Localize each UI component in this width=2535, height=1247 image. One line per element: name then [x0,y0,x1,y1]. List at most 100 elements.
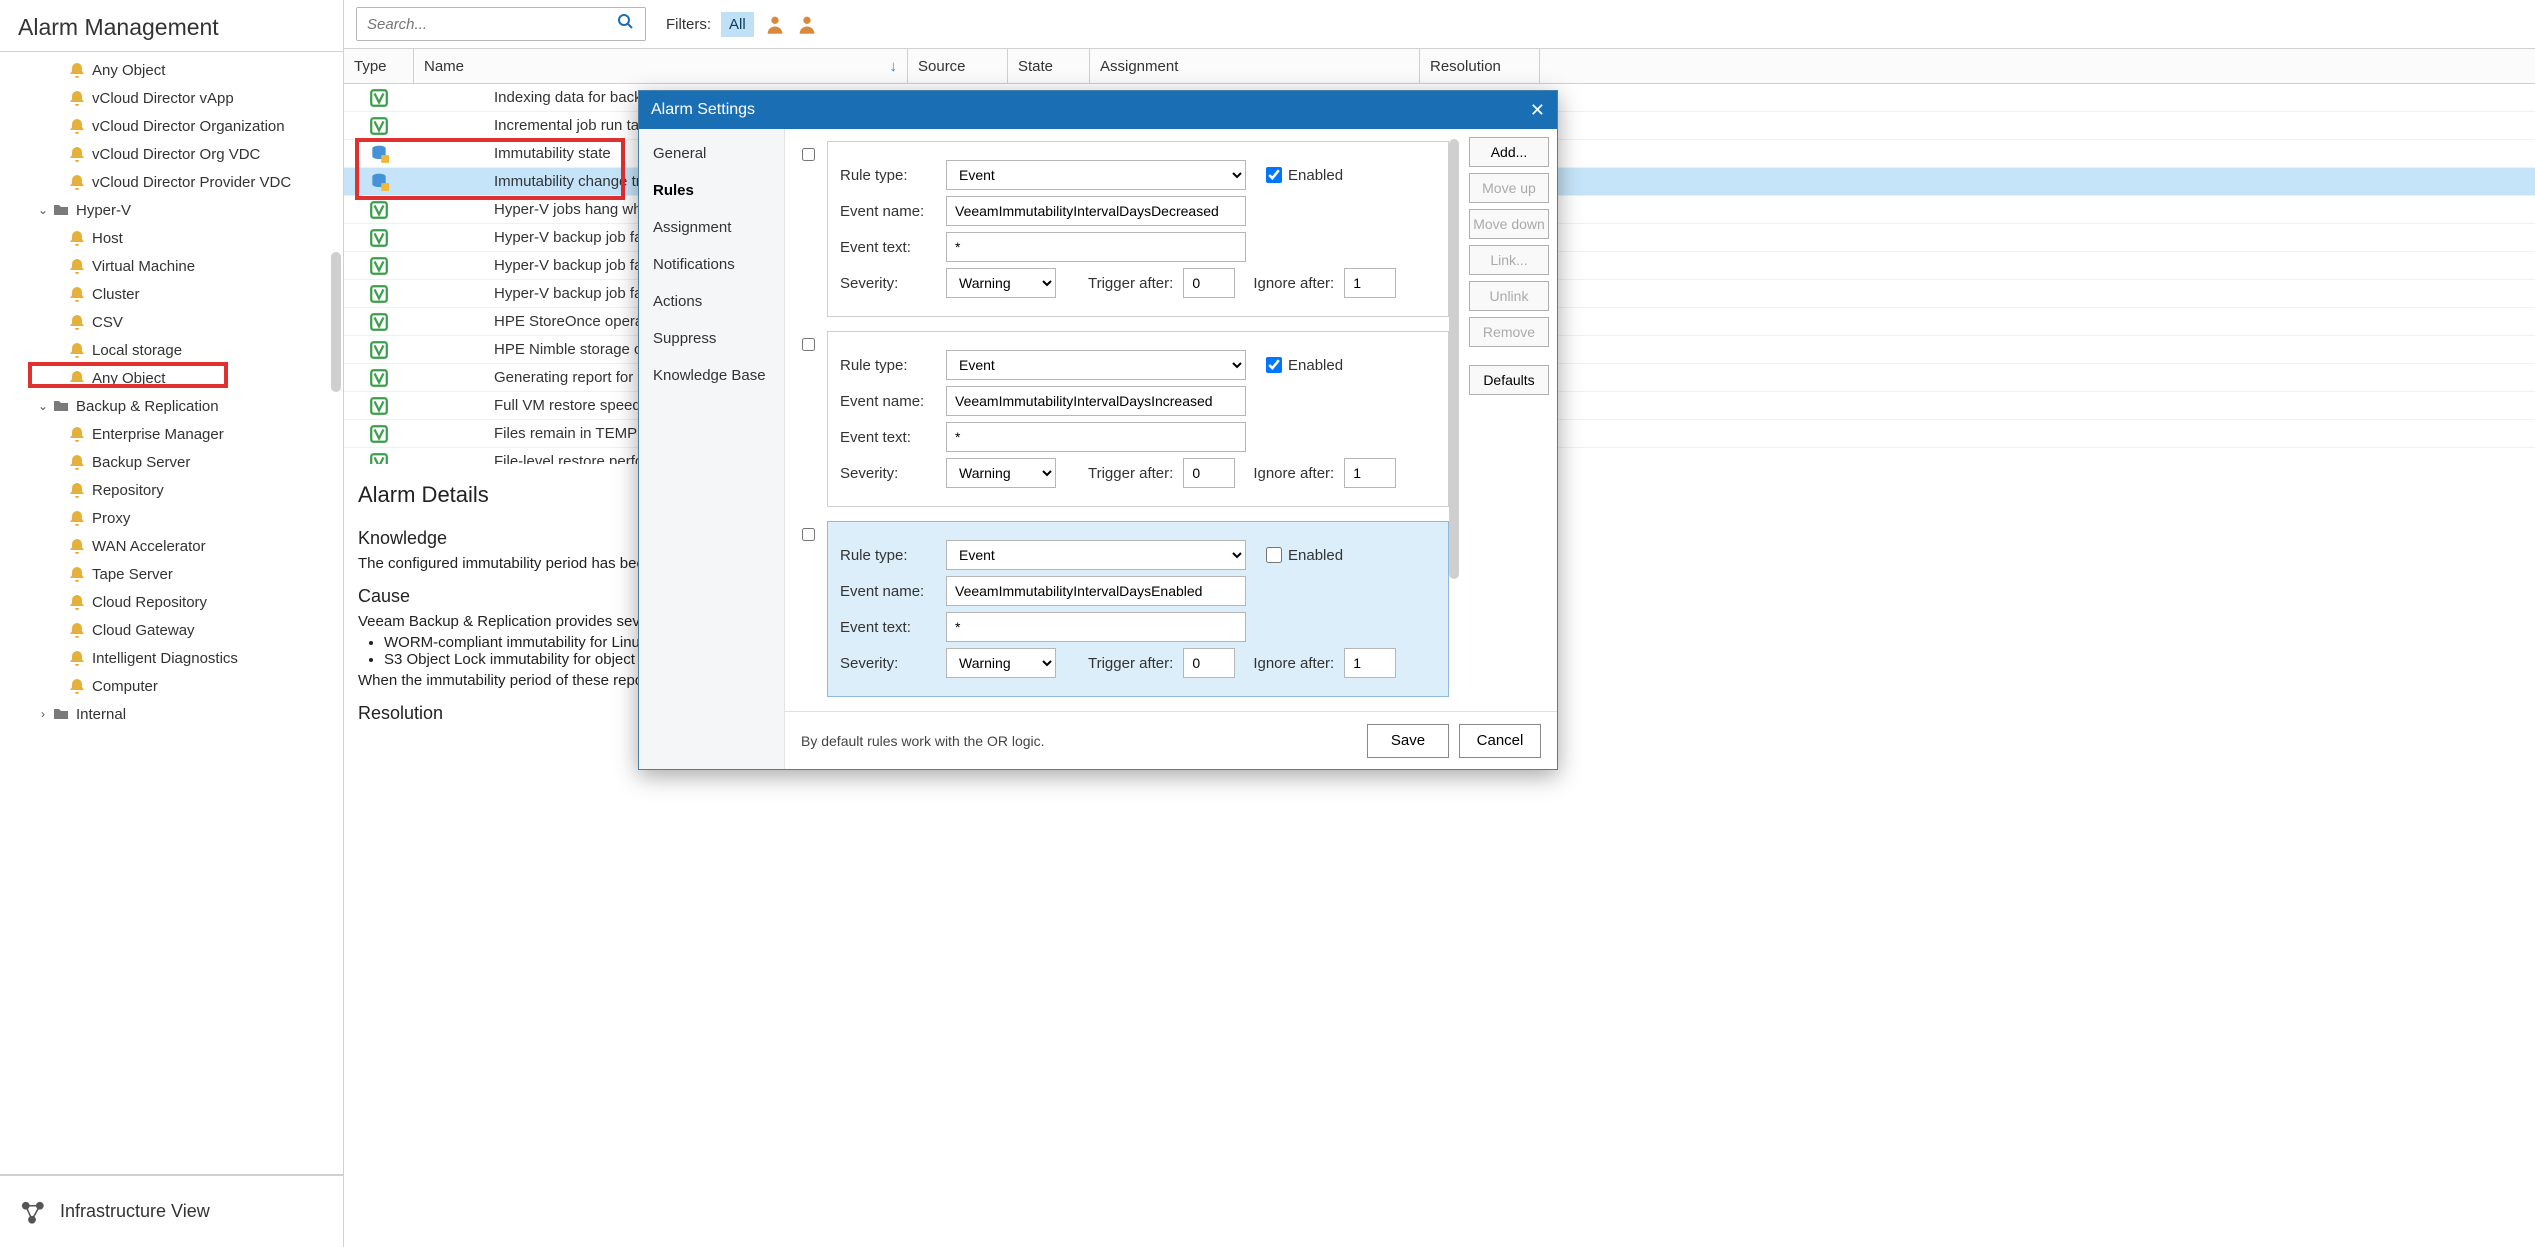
rule-select-checkbox[interactable] [802,528,815,541]
scrollbar-thumb[interactable] [331,252,341,392]
trigger-after-input[interactable] [1183,648,1235,678]
event-name-input[interactable] [946,386,1246,416]
enabled-checkbox[interactable] [1266,357,1282,373]
tree-item[interactable]: CSV [0,308,343,336]
alarm-settings-dialog: Alarm Settings ✕ GeneralRulesAssignmentN… [638,90,1558,770]
dialog-nav-suppress[interactable]: Suppress [639,320,784,357]
tree-scroll[interactable]: Any ObjectvCloud Director vAppvCloud Dir… [0,51,343,1175]
rule-select-checkbox[interactable] [802,148,815,161]
filter-user-icon[interactable] [764,13,786,35]
tree-item[interactable]: Virtual Machine [0,252,343,280]
ignore-after-input[interactable] [1344,648,1396,678]
tree-item[interactable]: Cloud Gateway [0,616,343,644]
tree-item[interactable]: Intelligent Diagnostics [0,644,343,672]
tree-item[interactable]: Computer [0,672,343,700]
tree-item[interactable]: Cluster [0,280,343,308]
tree-item[interactable]: Local storage [0,336,343,364]
expander-icon[interactable]: ⌄ [36,399,50,413]
event-text-input[interactable] [946,612,1246,642]
rule-card[interactable]: Rule type:EventEnabledEvent name:Event t… [827,141,1449,317]
save-button[interactable]: Save [1367,724,1449,758]
move-up-button[interactable]: Move up [1469,173,1549,203]
col-name[interactable]: Name ↓ [414,49,908,83]
rule-type-select[interactable]: Event [946,540,1246,570]
trigger-after-label: Trigger after: [1088,655,1173,672]
rule-card[interactable]: Rule type:EventEnabledEvent name:Event t… [827,521,1449,697]
col-assignment[interactable]: Assignment [1090,49,1420,83]
tree-item-label: Backup & Replication [76,398,219,415]
bell-icon [68,677,86,695]
enabled-checkbox[interactable] [1266,547,1282,563]
tree-item-label: Internal [76,706,126,723]
tree-item[interactable]: Tape Server [0,560,343,588]
trigger-after-input[interactable] [1183,268,1235,298]
filter-user2-icon[interactable] [796,13,818,35]
severity-select[interactable]: Warning [946,648,1056,678]
severity-select[interactable]: Warning [946,458,1056,488]
move-down-button[interactable]: Move down [1469,209,1549,239]
defaults-button[interactable]: Defaults [1469,365,1549,395]
dialog-titlebar[interactable]: Alarm Settings ✕ [639,91,1557,129]
tree-item[interactable]: Proxy [0,504,343,532]
dialog-nav-notifications[interactable]: Notifications [639,246,784,283]
bell-icon [68,481,86,499]
search-input[interactable] [367,16,617,33]
tree-item[interactable]: Any Object [0,364,343,392]
event-text-input[interactable] [946,232,1246,262]
rules-scrollbar-thumb[interactable] [1449,139,1459,579]
event-name-input[interactable] [946,196,1246,226]
tree-item-label: Cloud Repository [92,594,207,611]
event-name-input[interactable] [946,576,1246,606]
tree-item[interactable]: vCloud Director vApp [0,84,343,112]
dialog-nav-rules[interactable]: Rules [639,172,784,209]
tree-item[interactable]: Enterprise Manager [0,420,343,448]
tree-item[interactable]: vCloud Director Organization [0,112,343,140]
rule-type-select[interactable]: Event [946,160,1246,190]
tree-item[interactable]: vCloud Director Org VDC [0,140,343,168]
tree-item[interactable]: Backup Server [0,448,343,476]
remove-button[interactable]: Remove [1469,317,1549,347]
add-button[interactable]: Add... [1469,137,1549,167]
unlink-button[interactable]: Unlink [1469,281,1549,311]
col-type[interactable]: Type [344,49,414,83]
ignore-after-input[interactable] [1344,268,1396,298]
tree-item[interactable]: Any Object [0,56,343,84]
tree-item[interactable]: WAN Accelerator [0,532,343,560]
ignore-after-input[interactable] [1344,458,1396,488]
bell-icon [68,453,86,471]
search-icon[interactable] [617,13,635,35]
search-input-wrapper[interactable] [356,7,646,41]
trigger-after-input[interactable] [1183,458,1235,488]
close-icon[interactable]: ✕ [1530,100,1545,121]
rules-scroll[interactable]: Rule type:EventEnabledEvent name:Event t… [785,129,1461,711]
dialog-nav-actions[interactable]: Actions [639,283,784,320]
col-resolution[interactable]: Resolution [1420,49,1540,83]
dialog-nav-assignment[interactable]: Assignment [639,209,784,246]
expander-icon[interactable]: › [36,707,50,721]
tree-item[interactable]: › Internal [0,700,343,728]
cancel-button[interactable]: Cancel [1459,724,1541,758]
rule-type-select[interactable]: Event [946,350,1246,380]
bell-icon [68,117,86,135]
dialog-nav-general[interactable]: General [639,135,784,172]
dialog-nav-knowledge-base[interactable]: Knowledge Base [639,357,784,394]
col-state[interactable]: State [1008,49,1090,83]
tree-item-label: Any Object [92,370,165,387]
tree-item[interactable]: ⌄ Backup & Replication [0,392,343,420]
severity-select[interactable]: Warning [946,268,1056,298]
col-source[interactable]: Source [908,49,1008,83]
link-button[interactable]: Link... [1469,245,1549,275]
tree-item[interactable]: Repository [0,476,343,504]
tree-item[interactable]: Cloud Repository [0,588,343,616]
rule-card[interactable]: Rule type:EventEnabledEvent name:Event t… [827,331,1449,507]
tree-item[interactable]: Host [0,224,343,252]
enabled-checkbox[interactable] [1266,167,1282,183]
expander-icon[interactable]: ⌄ [36,203,50,217]
bottom-nav-infrastructure[interactable]: Infrastructure View [0,1175,343,1247]
event-text-input[interactable] [946,422,1246,452]
filter-all[interactable]: All [721,12,754,37]
tree-item[interactable]: ⌄Hyper-V [0,196,343,224]
rule-select-checkbox[interactable] [802,338,815,351]
tree-item[interactable]: vCloud Director Provider VDC [0,168,343,196]
dialog-footer: By default rules work with the OR logic.… [785,711,1557,769]
